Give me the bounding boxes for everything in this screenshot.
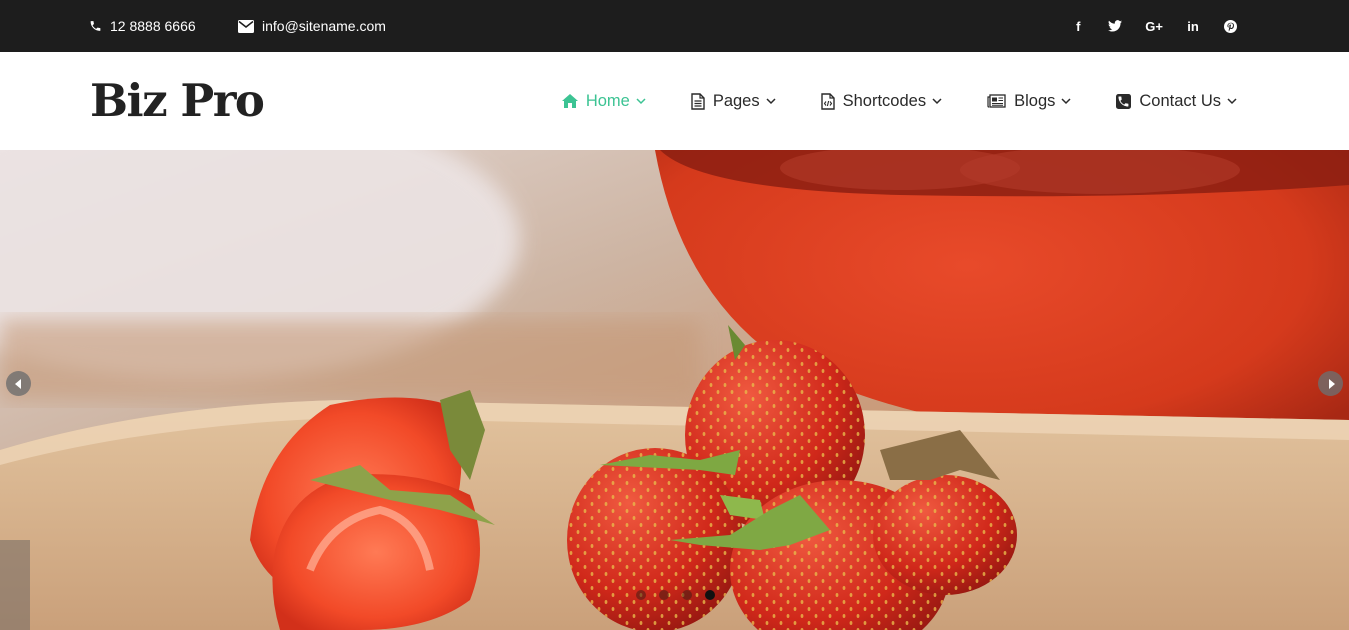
nav-label-pages: Pages: [712, 91, 760, 110]
nav-label-home: Home: [585, 91, 630, 110]
pinterest-icon[interactable]: [1223, 16, 1237, 36]
linkedin-icon[interactable]: in: [1186, 16, 1200, 36]
chevron-left-icon: [14, 378, 23, 389]
top-bar: 12 8888 6666 info@sitename.com f G+ in: [0, 0, 1349, 52]
chevron-down-icon: [636, 97, 646, 105]
site-header: Biz Pro Home Pages Shortcodes Blogs Cont…: [0, 52, 1349, 150]
facebook-icon[interactable]: f: [1071, 16, 1085, 36]
code-file-icon: [820, 92, 835, 110]
envelope-icon: [238, 19, 254, 33]
slider-dots: [636, 590, 715, 600]
nav-label-shortcodes: Shortcodes: [842, 91, 927, 110]
phone-icon: [89, 19, 102, 33]
chevron-down-icon: [932, 97, 942, 105]
email-contact[interactable]: info@sitename.com: [238, 0, 386, 52]
phone-number: 12 8888 6666: [110, 18, 196, 34]
slider-dot-1[interactable]: [636, 590, 646, 600]
nav-item-contact[interactable]: Contact Us: [1116, 92, 1237, 111]
nav-item-blogs[interactable]: Blogs: [987, 92, 1071, 111]
phone-square-icon: [1116, 93, 1132, 109]
site-logo[interactable]: Biz Pro: [90, 72, 265, 130]
chevron-right-icon: [1327, 378, 1335, 389]
nav-item-pages[interactable]: Pages: [691, 92, 776, 111]
nav-label-contact: Contact Us: [1139, 91, 1221, 110]
nav-label-blogs: Blogs: [1014, 91, 1056, 110]
phone-contact[interactable]: 12 8888 6666: [89, 0, 196, 52]
twitter-icon[interactable]: [1108, 16, 1123, 36]
slider-prev-button[interactable]: [6, 371, 31, 396]
email-address: info@sitename.com: [262, 18, 386, 34]
hero-slider: [0, 150, 1349, 630]
chevron-down-icon: [766, 97, 776, 105]
chevron-down-icon: [1061, 97, 1071, 105]
page-icon: [691, 92, 705, 110]
slider-dot-4[interactable]: [705, 590, 715, 600]
home-icon: [561, 94, 578, 108]
hero-image: [0, 150, 1349, 630]
chevron-down-icon: [1227, 97, 1237, 105]
main-nav: Home Pages Shortcodes Blogs Contact Us: [561, 52, 1237, 150]
slider-dot-2[interactable]: [659, 590, 669, 600]
nav-item-shortcodes[interactable]: Shortcodes: [820, 91, 942, 111]
slider-next-button[interactable]: [1318, 371, 1343, 396]
slider-dot-3[interactable]: [682, 590, 692, 600]
social-links: f G+ in: [1071, 0, 1237, 52]
google-plus-icon[interactable]: G+: [1145, 16, 1163, 36]
nav-item-home[interactable]: Home: [561, 91, 646, 111]
newspaper-icon: [987, 94, 1006, 108]
